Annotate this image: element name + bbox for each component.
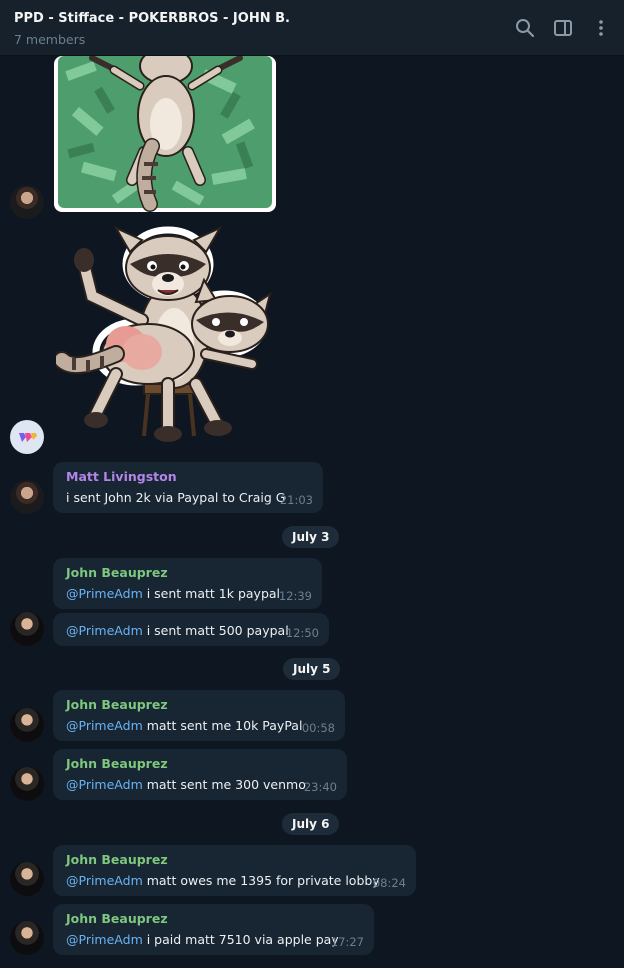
mention-link[interactable]: @PrimeAdm [66,777,143,792]
matt-avatar[interactable] [10,480,44,514]
date-separator: July 3 [282,526,340,548]
john-avatar[interactable] [10,921,44,955]
raccoons-spanking-sticker[interactable] [53,224,278,452]
message-time: 12:50 [285,626,319,640]
mention-link[interactable]: @PrimeAdm [66,623,143,638]
john-avatar[interactable] [10,767,44,801]
message-time: 12:39 [278,589,312,603]
message-text: @PrimeAdm i sent matt 1k paypal [66,586,281,601]
message-bubble[interactable]: John Beauprez @PrimeAdm i sent matt 1k p… [53,558,322,609]
message-time: 17:27 [330,935,364,949]
message-text: @PrimeAdm matt sent me 10k PayPal [66,718,303,733]
member-count: 7 members [14,32,86,47]
chat-title: PPD - Stifface - POKERBROS - JOHN B. [14,11,290,26]
message-list[interactable]: Matt Livingston i sent John 2k via Paypa… [0,56,624,968]
message-time: 08:24 [372,876,406,890]
sender-name[interactable]: Matt Livingston [66,469,311,484]
message-bubble[interactable]: Matt Livingston i sent John 2k via Paypa… [53,462,323,513]
raccoon-money-sticker[interactable] [52,56,280,214]
message-bubble[interactable]: @PrimeAdm i sent matt 500 paypal 12:50 [53,613,329,646]
sender-name[interactable]: John Beauprez [66,911,362,926]
matt-avatar[interactable] [10,185,44,219]
message-text: @PrimeAdm matt sent me 300 venmo [66,777,306,792]
sender-name[interactable]: John Beauprez [66,756,335,771]
sender-name[interactable]: John Beauprez [66,565,310,580]
message-text: @PrimeAdm i paid matt 7510 via apple pay [66,932,339,947]
john-avatar[interactable] [10,708,44,742]
mention-link[interactable]: @PrimeAdm [66,932,143,947]
mention-link[interactable]: @PrimeAdm [66,718,143,733]
message-bubble[interactable]: John Beauprez @PrimeAdm matt owes me 139… [53,845,416,896]
mention-link[interactable]: @PrimeAdm [66,873,143,888]
search-icon[interactable] [515,18,535,38]
message-bubble[interactable]: John Beauprez @PrimeAdm i paid matt 7510… [53,904,374,955]
message-bubble[interactable]: John Beauprez @PrimeAdm matt sent me 300… [53,749,347,800]
sender-name[interactable]: John Beauprez [66,852,404,867]
date-separator: July 5 [283,658,341,680]
message-text: @PrimeAdm i sent matt 500 paypal [66,623,289,638]
bot-avatar[interactable] [10,420,44,454]
date-separator: July 6 [282,813,340,835]
more-vertical-icon[interactable] [591,18,611,38]
message-bubble[interactable]: John Beauprez @PrimeAdm matt sent me 10k… [53,690,345,741]
sender-name[interactable]: John Beauprez [66,697,333,712]
chat-header[interactable]: PPD - Stifface - POKERBROS - JOHN B. 7 m… [0,0,624,56]
sidebar-toggle-icon[interactable] [553,18,573,38]
john-avatar[interactable] [10,612,44,646]
john-avatar[interactable] [10,862,44,896]
message-time: 00:58 [301,721,335,735]
mention-link[interactable]: @PrimeAdm [66,586,143,601]
message-text: i sent John 2k via Paypal to Craig G [66,490,286,505]
message-time: 21:03 [279,493,313,507]
message-text: @PrimeAdm matt owes me 1395 for private … [66,873,380,888]
message-time: 23:40 [303,780,337,794]
